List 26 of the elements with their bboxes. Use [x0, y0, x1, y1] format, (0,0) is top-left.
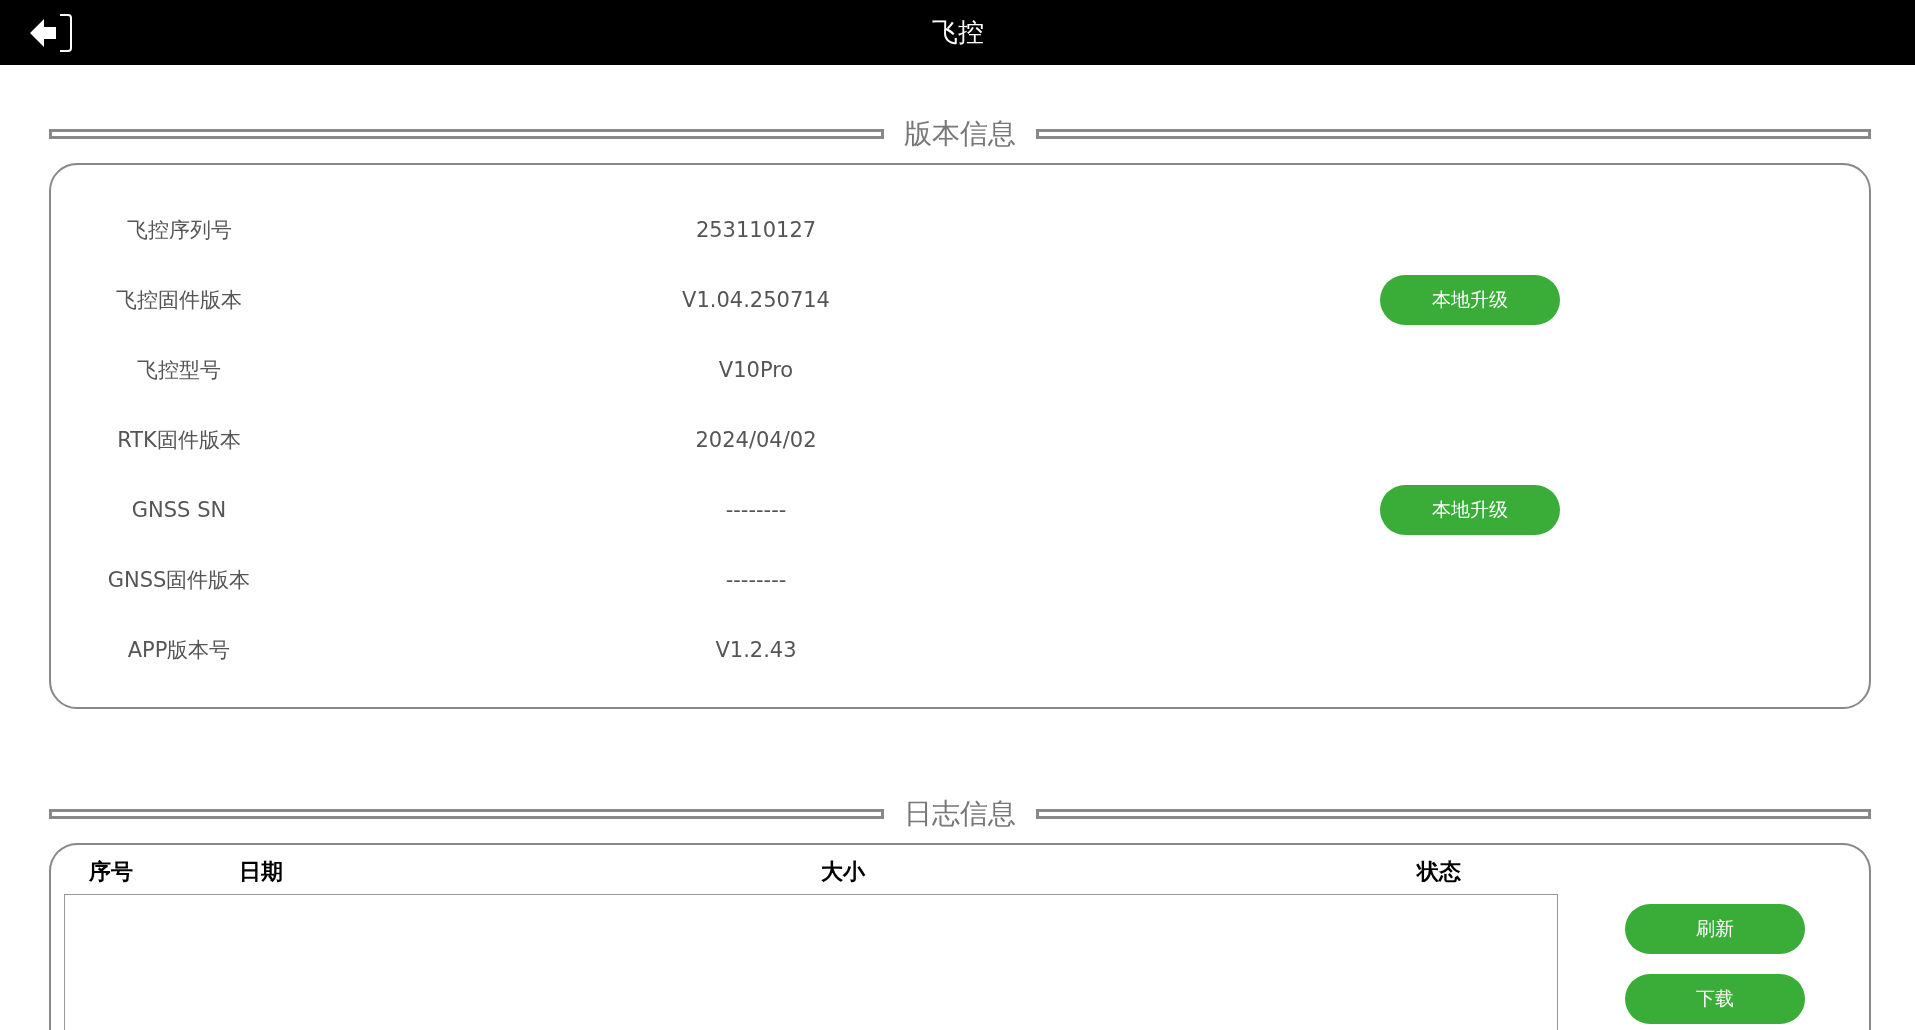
page-title: 飞控: [931, 16, 984, 49]
info-label: 飞控序列号: [125, 217, 233, 244]
column-header: 状态: [1417, 858, 1462, 886]
info-label: GNSS SN: [130, 498, 228, 522]
upgrade-button[interactable]: 本地升级: [1380, 485, 1560, 535]
section-title: 日志信息: [904, 796, 1016, 832]
info-value: 2024/04/02: [694, 428, 818, 452]
section-title: 版本信息: [904, 116, 1016, 152]
info-label: 飞控固件版本: [115, 287, 243, 314]
info-value: --------: [724, 498, 788, 522]
log-button[interactable]: 刷新: [1625, 904, 1805, 954]
info-value: V1.04.250714: [681, 288, 831, 312]
info-label: APP版本号: [126, 637, 232, 664]
log-button[interactable]: 下载: [1625, 974, 1805, 1024]
info-label: RTK固件版本: [116, 427, 242, 454]
info-value: V10Pro: [717, 358, 795, 382]
info-value: --------: [724, 568, 788, 592]
column-header: 大小: [821, 858, 866, 886]
info-label: GNSS固件版本: [106, 567, 252, 594]
upgrade-button[interactable]: 本地升级: [1380, 275, 1560, 325]
info-value: 253110127: [694, 218, 818, 242]
back-icon[interactable]: [28, 13, 72, 53]
column-header: 序号: [89, 858, 134, 886]
info-label: 飞控型号: [136, 357, 222, 384]
info-value: V1.2.43: [714, 638, 798, 662]
column-header: 日期: [239, 858, 284, 886]
